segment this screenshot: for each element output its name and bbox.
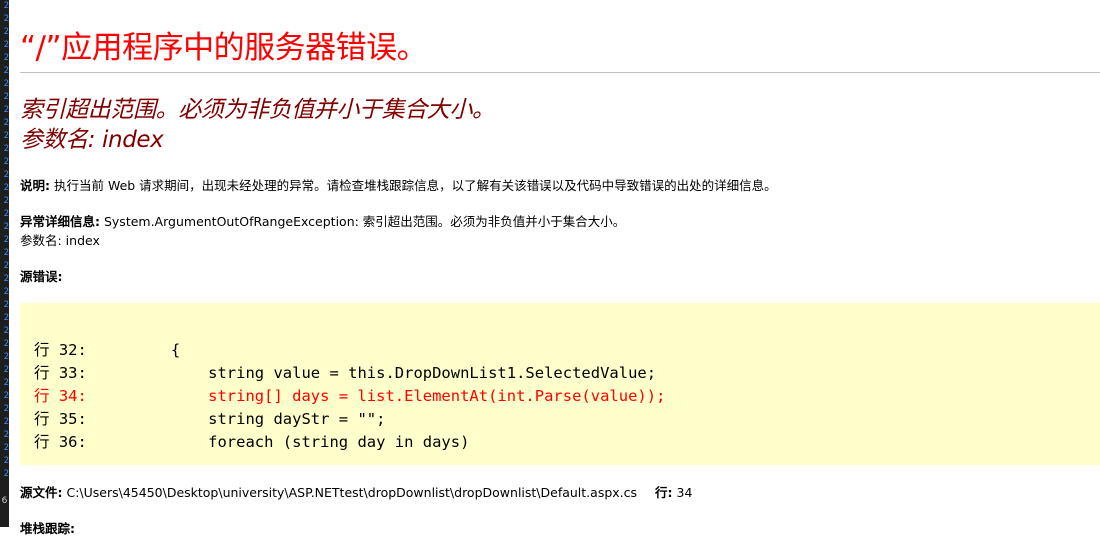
divider (20, 72, 1100, 73)
line-value: 34 (672, 485, 693, 500)
exception-param: 参数名: index (20, 233, 100, 248)
gutter-mark: 2 (3, 365, 9, 375)
gutter-mark: 2 (3, 248, 9, 258)
error-message: 索引超出范围。必须为非负值并小于集合大小。 (20, 97, 495, 123)
editor-gutter: 2 2 2 2 2 2 2 2 2 2 2 2 2 2 2 2 2 2 2 2 2 2 2 2 2 2 2 2 2 2 2 2 2 2 2 2 2 6 (0, 0, 9, 527)
source-error: 源错误: (20, 267, 63, 286)
gutter-mark: 2 (3, 430, 9, 440)
source-file-info: 源文件: C:\Users\45450\Desktop\university\A… (20, 484, 692, 502)
gutter-mark: 2 (3, 118, 9, 128)
gutter-mark: 2 (3, 183, 9, 193)
gutter-mark: 2 (3, 235, 9, 245)
code-snippet: 行 32: { 行 33: string value = this.DropDow… (20, 303, 1100, 465)
line-label: 行: (655, 485, 673, 500)
description: 说明: 执行当前 Web 请求期间，出现未经处理的异常。请检查堆栈跟踪信息，以了… (20, 176, 777, 195)
code-line: 行 35: string dayStr = ""; (34, 410, 386, 428)
gutter-mark: 2 (3, 1, 9, 11)
source-file-label: 源文件: (20, 485, 63, 500)
source-error-label: 源错误: (20, 269, 63, 284)
gutter-mark: 2 (3, 53, 9, 63)
gutter-mark: 2 (3, 196, 9, 206)
error-heading: 索引超出范围。必须为非负值并小于集合大小。 参数名: index (20, 95, 495, 155)
code-line: 行 36: foreach (string day in days) (34, 433, 470, 451)
gutter-mark: 2 (3, 287, 9, 297)
exception-text: System.ArgumentOutOfRangeException: 索引超出… (100, 214, 626, 229)
error-param: 参数名: index (20, 127, 164, 153)
gutter-mark: 2 (3, 66, 9, 76)
gutter-mark: 2 (3, 92, 9, 102)
code-line-error: 行 34: string[] days = list.ElementAt(int… (34, 387, 666, 405)
gutter-mark: 2 (3, 469, 9, 479)
gutter-mark: 2 (3, 261, 9, 271)
gutter-mark: 2 (3, 170, 9, 180)
gutter-mark: 2 (3, 274, 9, 284)
source-file-path: C:\Users\45450\Desktop\university\ASP.NE… (62, 485, 638, 500)
gutter-badge: 6 (1, 496, 8, 506)
gutter-mark: 2 (3, 144, 9, 154)
gutter-mark: 2 (3, 404, 9, 414)
gutter-mark: 2 (3, 443, 9, 453)
exception-details: 异常详细信息: System.ArgumentOutOfRangeExcepti… (20, 212, 625, 250)
gutter-mark: 2 (3, 339, 9, 349)
code-listing: 行 32: { 行 33: string value = this.DropDow… (20, 303, 1100, 454)
gutter-mark: 2 (3, 222, 9, 232)
gutter-mark: 2 (3, 391, 9, 401)
gutter-mark: 2 (3, 209, 9, 219)
gutter-mark: 2 (3, 300, 9, 310)
gutter-mark: 2 (3, 27, 9, 37)
exception-label: 异常详细信息: (20, 214, 100, 229)
gutter-mark: 2 (3, 105, 9, 115)
gutter-mark: 2 (3, 131, 9, 141)
gutter-mark: 2 (3, 313, 9, 323)
gutter-mark: 2 (3, 352, 9, 362)
gutter-mark: 2 (3, 14, 9, 24)
gutter-mark: 2 (3, 456, 9, 466)
gutter-mark: 2 (3, 417, 9, 427)
description-text: 执行当前 Web 请求期间，出现未经处理的异常。请检查堆栈跟踪信息，以了解有关该… (50, 178, 777, 193)
code-line: 行 32: { (34, 341, 181, 359)
stack-trace-label: 堆栈跟踪: (20, 521, 75, 536)
gutter-mark: 2 (3, 378, 9, 388)
code-line: 行 33: string value = this.DropDownList1.… (34, 364, 657, 382)
gutter-mark: 2 (3, 157, 9, 167)
page-title: “/”应用程序中的服务器错误。 (20, 30, 428, 66)
gutter-mark: 2 (3, 40, 9, 50)
description-label: 说明: (20, 178, 50, 193)
gutter-mark: 2 (3, 326, 9, 336)
gutter-mark: 2 (3, 79, 9, 89)
